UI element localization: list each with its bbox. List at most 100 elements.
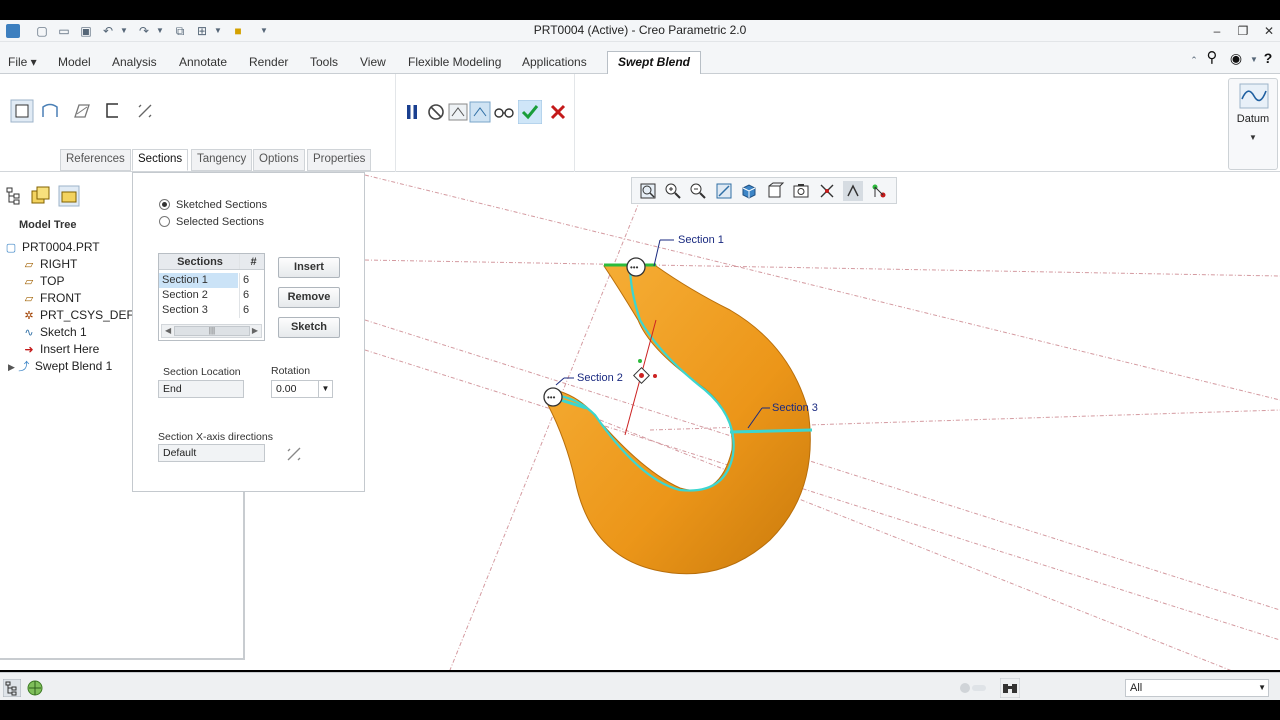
flip-xaxis-icon[interactable]: [285, 445, 303, 463]
community-icon[interactable]: ◉: [1228, 50, 1244, 66]
selected-sections-radio[interactable]: Selected Sections: [159, 216, 264, 228]
tab-view[interactable]: View: [354, 52, 392, 72]
repaint-icon[interactable]: [714, 181, 734, 201]
ribbon-separator: [395, 74, 396, 172]
tab-model[interactable]: Model: [52, 52, 97, 72]
preview-icon[interactable]: [446, 100, 470, 124]
thicken-icon[interactable]: [101, 99, 125, 123]
tab-tools[interactable]: Tools: [304, 52, 344, 72]
section-3-label: Section 3: [772, 402, 818, 414]
flip-direction-icon[interactable]: [133, 99, 157, 123]
tab-flexible-modeling[interactable]: Flexible Modeling: [402, 52, 507, 72]
surface-icon[interactable]: [38, 99, 62, 123]
horizontal-scrollbar[interactable]: ◀ ||| ▶: [161, 324, 262, 338]
tree-item-label: FRONT: [40, 291, 82, 305]
subtab-properties[interactable]: Properties: [307, 149, 372, 171]
spin-center-icon[interactable]: [869, 181, 889, 201]
attached-preview-icon[interactable]: [468, 100, 492, 124]
scroll-left-icon[interactable]: ◀: [165, 326, 171, 335]
csys-origin-icon[interactable]: [633, 359, 657, 384]
restore-icon[interactable]: ❐: [1234, 22, 1252, 40]
svg-text:•••: •••: [630, 263, 639, 272]
display-style-icon[interactable]: [739, 181, 759, 201]
datum-plane-icon: ▱: [24, 276, 34, 288]
show-browser-icon[interactable]: [26, 679, 44, 697]
subtab-sections[interactable]: Sections: [132, 149, 189, 171]
scroll-right-icon[interactable]: ▶: [252, 326, 258, 335]
selection-filter-value: All: [1130, 682, 1143, 694]
table-row[interactable]: Section 2 6: [159, 288, 264, 303]
sketch-button[interactable]: Sketch: [278, 317, 340, 338]
header-count: #: [239, 254, 264, 269]
confirm-checkmark-icon[interactable]: [518, 100, 542, 124]
solid-icon[interactable]: [10, 99, 34, 123]
table-row[interactable]: Section 3 6: [159, 303, 264, 318]
zoom-out-icon[interactable]: [688, 181, 708, 201]
expand-arrow-icon[interactable]: ▶: [8, 362, 15, 372]
tab-annotate[interactable]: Annotate: [173, 52, 233, 72]
tree-item-label: Sketch 1: [40, 325, 87, 339]
find-binoculars-icon[interactable]: [1000, 678, 1020, 698]
tree-item-sketch[interactable]: ∿ Sketch 1: [22, 324, 87, 340]
section-line: [729, 428, 813, 434]
subtab-options[interactable]: Options: [253, 149, 305, 171]
subtab-tangency[interactable]: Tangency: [191, 149, 253, 171]
sections-panel: Sketched Sections Selected Sections Sect…: [132, 172, 365, 492]
tab-render[interactable]: Render: [243, 52, 294, 72]
no-preview-icon[interactable]: [424, 100, 448, 124]
section-location-label: Section Location: [163, 366, 241, 378]
xaxis-direction-field[interactable]: Default: [158, 444, 265, 462]
zoom-in-icon[interactable]: [663, 181, 683, 201]
model-tree-icon[interactable]: [6, 187, 22, 205]
tree-item-insert-here[interactable]: ➜ Insert Here: [22, 341, 99, 357]
cancel-x-icon[interactable]: [546, 100, 570, 124]
sketched-sections-radio[interactable]: Sketched Sections: [159, 199, 267, 211]
minimize-icon[interactable]: –: [1208, 22, 1226, 40]
datum-group[interactable]: Datum ▼: [1228, 78, 1278, 170]
saved-orientations-icon[interactable]: [765, 181, 785, 201]
collapse-ribbon-icon[interactable]: ⌃: [1186, 52, 1202, 68]
section-name: Section 2: [162, 289, 208, 301]
remove-button[interactable]: Remove: [278, 287, 340, 308]
tree-item-front[interactable]: ▱ FRONT: [22, 290, 82, 306]
search-icon[interactable]: ⚲: [1204, 50, 1220, 66]
show-navigator-icon[interactable]: [3, 679, 21, 697]
tree-item-swept-blend[interactable]: ▶ ⤴ Swept Blend 1: [8, 358, 112, 374]
section-1-label: Section 1: [678, 234, 724, 246]
sketch-icon: ∿: [24, 327, 34, 339]
remove-material-icon[interactable]: [70, 99, 94, 123]
subtab-references[interactable]: References: [60, 149, 131, 171]
tab-swept-blend[interactable]: Swept Blend: [607, 51, 702, 75]
close-window-icon[interactable]: ✕: [1260, 22, 1278, 40]
tree-item-right[interactable]: ▱ RIGHT: [22, 256, 78, 272]
file-menu[interactable]: File ▾: [2, 52, 43, 72]
datum-display-icon[interactable]: [817, 181, 837, 201]
tab-applications[interactable]: Applications: [516, 52, 593, 72]
folder-browser-icon[interactable]: [58, 185, 80, 207]
radio-dot: [159, 216, 170, 227]
rotation-field[interactable]: 0.00 ▼: [271, 380, 333, 398]
refit-icon[interactable]: [638, 181, 658, 201]
table-row[interactable]: Section 1 6: [159, 273, 264, 288]
tree-item-top[interactable]: ▱ TOP: [22, 273, 65, 289]
rotation-dropdown-icon[interactable]: ▼: [318, 381, 332, 397]
pause-icon[interactable]: [400, 100, 424, 124]
section-name: Section 1: [159, 273, 238, 288]
section-location-field[interactable]: End: [158, 380, 244, 398]
layer-tree-icon[interactable]: [30, 185, 52, 207]
insert-button[interactable]: Insert: [278, 257, 340, 278]
help-icon[interactable]: ?: [1260, 50, 1276, 66]
view-manager-icon[interactable]: [791, 181, 811, 201]
tree-item-part[interactable]: ▢ PRT0004.PRT: [4, 239, 100, 255]
datum-dropdown-icon[interactable]: ▼: [1229, 133, 1277, 142]
tree-item-csys[interactable]: ✲ PRT_CSYS_DEF: [22, 307, 133, 323]
verify-glasses-icon[interactable]: [492, 100, 516, 124]
selection-filter[interactable]: All ▼: [1125, 679, 1269, 697]
annotation-display-icon[interactable]: [843, 181, 863, 201]
window-title: PRT0004 (Active) - Creo Parametric 2.0: [533, 23, 747, 37]
tab-analysis[interactable]: Analysis: [106, 52, 163, 72]
filter-dropdown-icon[interactable]: ▼: [1258, 680, 1266, 696]
scroll-thumb[interactable]: |||: [174, 326, 250, 336]
radio-dot: [159, 199, 170, 210]
tree-item-label: PRT0004.PRT: [22, 240, 100, 254]
